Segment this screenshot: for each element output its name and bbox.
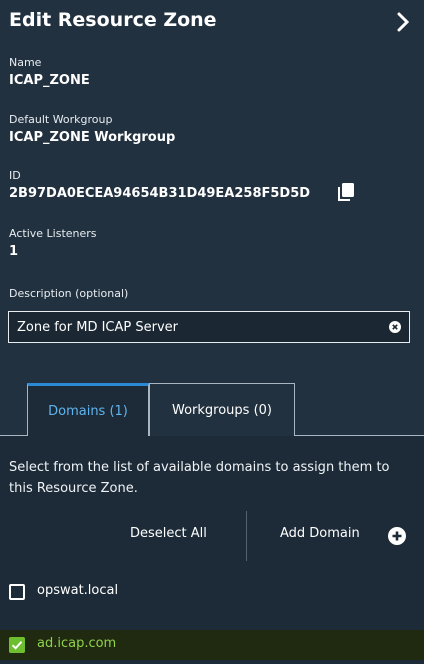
description-input[interactable]: [9, 312, 379, 342]
description-label: Description (optional): [9, 287, 129, 300]
tab-workgroups[interactable]: Workgroups (0): [149, 383, 295, 436]
chevron-right-icon[interactable]: [396, 11, 410, 33]
add-icon[interactable]: [388, 527, 406, 545]
domain-list-item[interactable]: opswat.local: [0, 577, 424, 607]
default-workgroup-label: Default Workgroup: [9, 113, 113, 126]
domain-list-item-selected[interactable]: ad.icap.com: [0, 630, 424, 660]
checkbox-icon[interactable]: [9, 584, 25, 600]
id-value: 2B97DA0ECEA94654B31D49EA258F5D5D: [9, 186, 311, 201]
action-divider: [246, 511, 247, 561]
clear-icon[interactable]: [389, 321, 401, 333]
name-label: Name: [9, 56, 42, 69]
tab-domains[interactable]: Domains (1): [27, 383, 149, 436]
name-value: ICAP_ZONE: [9, 73, 90, 88]
add-domain-button[interactable]: Add Domain: [280, 526, 360, 541]
default-workgroup-value: ICAP_ZONE Workgroup: [9, 130, 176, 145]
deselect-all-button[interactable]: Deselect All: [130, 526, 207, 541]
checkmark-icon[interactable]: [9, 637, 25, 653]
description-field[interactable]: [8, 311, 410, 343]
domain-label: ad.icap.com: [37, 636, 117, 651]
active-listeners-label: Active Listeners: [9, 227, 97, 240]
panel-title: Edit Resource Zone: [9, 9, 217, 31]
panel-header: Edit Resource Zone: [0, 0, 424, 46]
copy-icon[interactable]: [336, 182, 356, 202]
domain-label: opswat.local: [37, 583, 119, 598]
domains-help-text: Select from the list of available domain…: [9, 460, 390, 496]
active-listeners-value: 1: [9, 244, 19, 259]
id-label: ID: [9, 169, 21, 182]
